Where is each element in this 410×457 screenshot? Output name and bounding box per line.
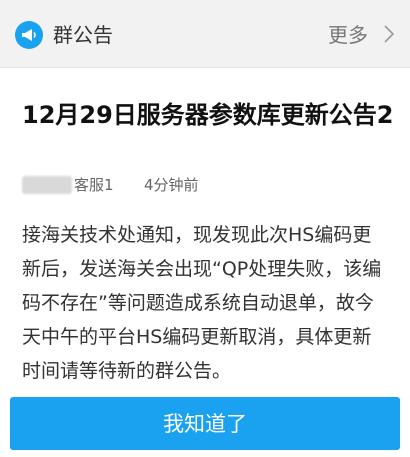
notice-title: 12月29日服务器参数库更新公告2 [22, 101, 394, 129]
notice-body: 接海关技术处通知，现发现此次HS编码更 新后，发送海关会出现“QP处理失败，该编… [22, 224, 382, 382]
megaphone-icon [15, 21, 43, 49]
redacted-name [22, 176, 72, 194]
notice-author: 客服1 [74, 176, 114, 194]
notice-time: 4分钟前 [144, 176, 199, 194]
announcement-header: 群公告 更多 [0, 0, 410, 68]
acknowledge-button[interactable]: 我知道了 [10, 397, 400, 450]
header-title: 群公告 [53, 23, 113, 47]
chevron-right-icon[interactable] [383, 24, 395, 48]
more-link[interactable]: 更多 [328, 20, 368, 50]
